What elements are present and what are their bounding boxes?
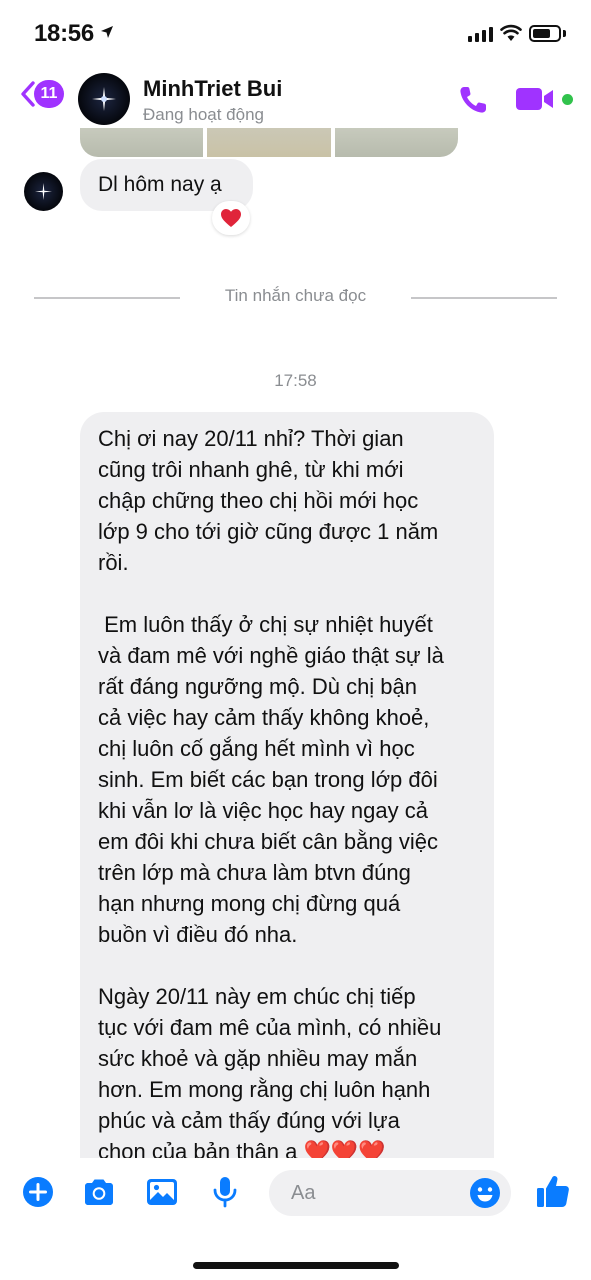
battery-tip <box>563 30 566 37</box>
message-bubble[interactable]: Chị ơi nay 20/11 nhỉ? Thời gian cũng trô… <box>80 412 494 1158</box>
sender-avatar[interactable] <box>24 172 63 211</box>
message-text: Dl hôm nay ạ <box>98 173 222 196</box>
contact-name[interactable]: MinhTriet Bui <box>143 76 282 102</box>
message-paragraph-text: Ngày 20/11 này em chúc chị tiếp tục với … <box>98 984 442 1158</box>
wifi-icon <box>500 24 522 41</box>
image-attachments[interactable] <box>80 128 458 157</box>
camera-icon[interactable] <box>82 1175 116 1209</box>
battery-icon <box>529 25 561 42</box>
microphone-icon[interactable] <box>208 1175 242 1209</box>
unread-divider-label: Tin nhắn chưa đọc <box>224 286 367 305</box>
conversation-header: 11 MinhTriet Bui Đang hoạt động <box>0 66 591 128</box>
heart-emojis: ❤️❤️❤️ <box>303 1139 386 1158</box>
contact-status: Đang hoạt động <box>143 105 264 124</box>
message-list[interactable]: Dl hôm nay ạ Tin nhắn chưa đọc 17:58 Chị… <box>0 128 591 1158</box>
online-indicator <box>562 94 573 105</box>
smiley-icon[interactable] <box>469 1177 501 1209</box>
cellular-signal-icon <box>468 27 493 42</box>
status-bar: 18:56 <box>0 0 591 66</box>
message-paragraph: Chị ơi nay 20/11 nhỉ? Thời gian cũng trô… <box>98 426 439 575</box>
message-input[interactable]: Aa <box>269 1170 511 1216</box>
video-camera-icon[interactable] <box>515 85 555 113</box>
message-paragraph: Ngày 20/11 này em chúc chị tiếp tục với … <box>98 981 478 1158</box>
star-icon <box>92 87 116 111</box>
home-indicator <box>193 1262 399 1269</box>
back-button[interactable]: 11 <box>20 80 64 108</box>
phone-icon[interactable] <box>457 84 491 116</box>
location-arrow-icon <box>101 26 113 38</box>
thumbs-up-icon[interactable] <box>535 1173 571 1209</box>
composer-bar: Aa <box>0 1158 591 1280</box>
divider-line <box>411 297 557 299</box>
image-icon[interactable] <box>145 1175 179 1209</box>
heart-icon <box>221 209 241 227</box>
image-attachment[interactable] <box>207 128 331 157</box>
image-attachment[interactable] <box>334 128 458 157</box>
heart-reaction[interactable] <box>212 201 250 235</box>
contact-avatar[interactable] <box>78 73 130 125</box>
status-time: 18:56 <box>34 20 94 47</box>
message-paragraph: Em luôn thấy ở chị sự nhiệt huyết và đam… <box>98 612 444 947</box>
unread-count-badge: 11 <box>34 80 64 108</box>
unread-divider: Tin nhắn chưa đọc <box>34 286 557 310</box>
plus-circle-icon[interactable] <box>21 1175 55 1209</box>
message-input-placeholder: Aa <box>291 1182 316 1204</box>
message-timestamp: 17:58 <box>274 371 317 390</box>
star-icon <box>35 183 52 200</box>
image-attachment[interactable] <box>80 128 204 157</box>
